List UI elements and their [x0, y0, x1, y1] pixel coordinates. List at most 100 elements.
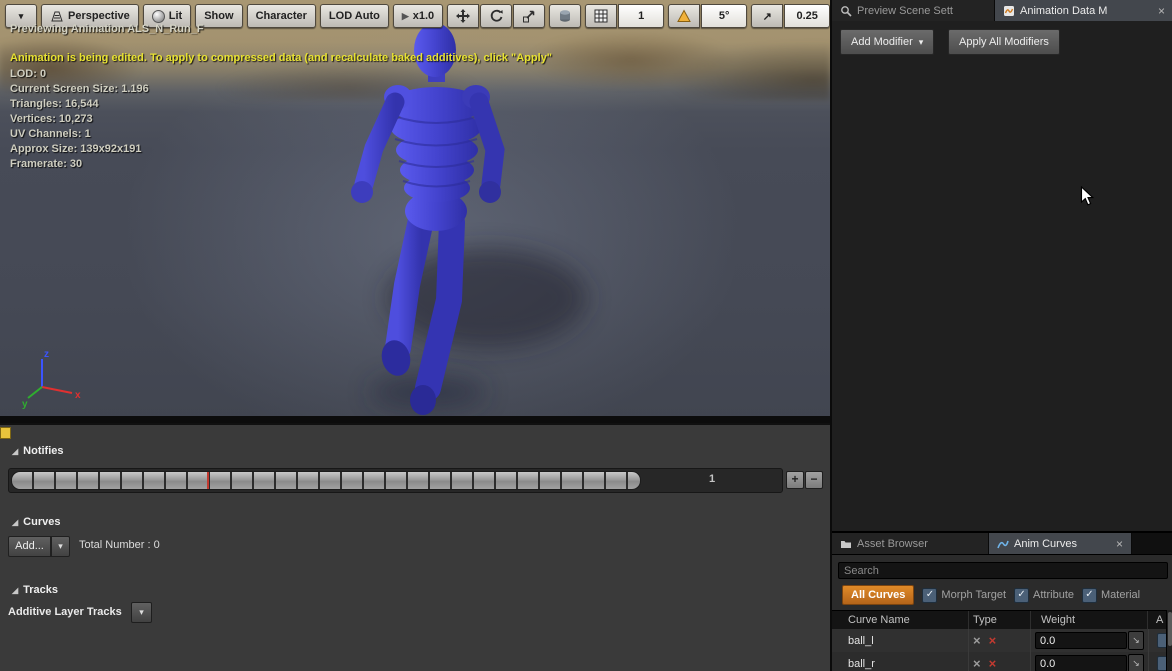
translate-tool-button[interactable]	[447, 4, 479, 28]
preview-character-mesh[interactable]	[0, 0, 830, 416]
coordinate-system-button[interactable]	[549, 4, 581, 28]
show-label: Show	[204, 10, 233, 22]
add-modifier-button[interactable]: Add Modifier ▾	[840, 29, 934, 55]
viewport-options-button[interactable]: ▾	[5, 4, 37, 28]
perspective-button[interactable]: Perspective	[41, 4, 139, 28]
rotate-tool-button[interactable]	[480, 4, 512, 28]
scrollbar-thumb[interactable]	[1168, 612, 1172, 646]
tracks-label: Tracks	[23, 584, 58, 596]
play-icon: ▶	[402, 11, 409, 22]
tracks-section-header[interactable]: ◢ Tracks	[12, 584, 58, 596]
rotate-icon	[489, 9, 503, 23]
lit-label: Lit	[169, 10, 182, 22]
character-menu-button[interactable]: Character	[247, 4, 316, 28]
material-checkbox[interactable]: ✓	[1082, 588, 1097, 603]
material-label: Material	[1101, 589, 1140, 601]
anim-curves-panel: Asset Browser Anim Curves × All Curves ✓…	[832, 533, 1172, 671]
material-disabled-icon[interactable]: ×	[989, 656, 997, 671]
timeline-marker[interactable]	[0, 427, 11, 439]
world-coordinate-cylinder-icon	[558, 9, 572, 23]
chevron-down-icon: ▾	[919, 38, 924, 47]
axis-z-label: z	[44, 349, 49, 360]
asset-browser-icon	[840, 538, 852, 550]
angle-snap-value-button[interactable]: 5°	[701, 4, 747, 28]
timeline-panel: ◢ Notifies 1 + − ◢ Curves Add... ▾ Total…	[0, 423, 830, 671]
header-weight: Weight	[1030, 611, 1147, 629]
material-disabled-icon[interactable]: ×	[989, 633, 997, 648]
character-label: Character	[256, 10, 307, 22]
curve-type-cell: × ×	[968, 652, 1030, 671]
add-curve-button[interactable]: Add...	[8, 536, 51, 557]
scale-snap-icon: ↗	[763, 10, 772, 23]
perspective-label: Perspective	[68, 10, 130, 22]
notify-track[interactable]	[11, 471, 641, 490]
curve-weight-cell: 0.0 ↘	[1030, 629, 1148, 652]
header-type: Type	[968, 611, 1030, 629]
add-curve-dropdown-button[interactable]: ▾	[51, 536, 70, 557]
curves-section-header[interactable]: ◢ Curves	[12, 516, 60, 528]
grid-snap-toggle-button[interactable]	[585, 4, 617, 28]
tab-asset-browser-label: Asset Browser	[857, 538, 928, 550]
plus-icon: +	[791, 472, 798, 486]
apply-all-modifiers-button[interactable]: Apply All Modifiers	[948, 29, 1060, 55]
grid-snap-icon	[594, 9, 608, 23]
morph-target-filter[interactable]: ✓ Morph Target	[922, 588, 1006, 603]
translate-icon	[456, 9, 470, 23]
add-notify-track-button[interactable]: +	[786, 471, 804, 489]
morph-target-checkbox[interactable]: ✓	[922, 588, 937, 603]
curves-label: Curves	[23, 516, 60, 528]
grid-snap-value-button[interactable]: 1	[618, 4, 664, 28]
playback-speed-button[interactable]: ▶ x1.0	[393, 4, 443, 28]
scale-snap-value-button[interactable]: 0.25	[784, 4, 830, 28]
angle-snap-value: 5°	[719, 10, 730, 22]
morph-disabled-icon[interactable]: ×	[973, 656, 981, 671]
scale-snap-toggle-button[interactable]: ↗	[751, 4, 783, 28]
curve-weight-cell: 0.0 ↘	[1030, 652, 1148, 671]
viewport-letterbox	[0, 416, 830, 423]
right-bottom-tabbar: Asset Browser Anim Curves ×	[832, 533, 1172, 555]
viewport-toolbar: ▾ Perspective Lit Show Character LOD Aut…	[5, 4, 824, 28]
morph-target-label: Morph Target	[941, 589, 1006, 601]
additive-layer-tracks-label: Additive Layer Tracks	[8, 606, 122, 618]
close-tab-icon[interactable]: ×	[1110, 538, 1123, 550]
notifies-label: Notifies	[23, 445, 63, 457]
material-filter[interactable]: ✓ Material	[1082, 588, 1140, 603]
morph-disabled-icon[interactable]: ×	[973, 633, 981, 648]
all-curves-filter-button[interactable]: All Curves	[842, 585, 914, 605]
close-tab-icon[interactable]: ×	[1152, 5, 1165, 17]
scale-tool-button[interactable]	[513, 4, 545, 28]
curve-row-ball-r[interactable]: ball_r × × 0.0 ↘	[832, 652, 1172, 671]
weight-expand-button[interactable]: ↘	[1128, 631, 1144, 650]
viewport-3d[interactable]: ▾ Perspective Lit Show Character LOD Aut…	[0, 0, 830, 423]
search-input[interactable]	[838, 562, 1168, 579]
chevron-down-icon: ▾	[19, 12, 24, 21]
tab-anim-curves-label: Anim Curves	[1014, 538, 1077, 550]
curve-table-header: Curve Name Type Weight A	[832, 610, 1172, 630]
perspective-icon	[50, 10, 64, 23]
attribute-checkbox[interactable]: ✓	[1014, 588, 1029, 603]
additive-layer-tracks-dropdown-button[interactable]: ▾	[131, 602, 152, 623]
apply-all-modifiers-label: Apply All Modifiers	[959, 36, 1049, 48]
attribute-filter[interactable]: ✓ Attribute	[1014, 588, 1074, 603]
curve-row-ball-l[interactable]: ball_l × × 0.0 ↘	[832, 629, 1172, 653]
notify-track-count: 1	[709, 473, 715, 485]
notifies-section-header[interactable]: ◢ Notifies	[12, 445, 64, 457]
weight-expand-button[interactable]: ↘	[1128, 654, 1144, 671]
tab-asset-browser[interactable]: Asset Browser	[832, 533, 989, 554]
lit-mode-button[interactable]: Lit	[143, 4, 191, 28]
remove-notify-track-button[interactable]: −	[805, 471, 823, 489]
weight-spinbox[interactable]: 0.0	[1035, 655, 1127, 671]
tab-animation-data-modifiers[interactable]: Animation Data M ×	[995, 0, 1172, 21]
notify-track-row: 1	[8, 468, 783, 493]
angle-snap-toggle-button[interactable]	[668, 4, 700, 28]
lit-icon	[152, 10, 165, 23]
lod-auto-button[interactable]: LOD Auto	[320, 4, 389, 28]
curve-filter-row: All Curves ✓ Morph Target ✓ Attribute ✓ …	[842, 585, 1166, 605]
tab-anim-curves[interactable]: Anim Curves ×	[989, 533, 1132, 554]
tab-preview-scene-settings[interactable]: Preview Scene Sett	[832, 0, 995, 21]
weight-spinbox[interactable]: 0.0	[1035, 632, 1127, 649]
table-scrollbar[interactable]	[1166, 610, 1172, 671]
tab-animation-data-label: Animation Data M	[1020, 5, 1107, 17]
show-menu-button[interactable]: Show	[195, 4, 242, 28]
playhead[interactable]	[207, 472, 209, 489]
